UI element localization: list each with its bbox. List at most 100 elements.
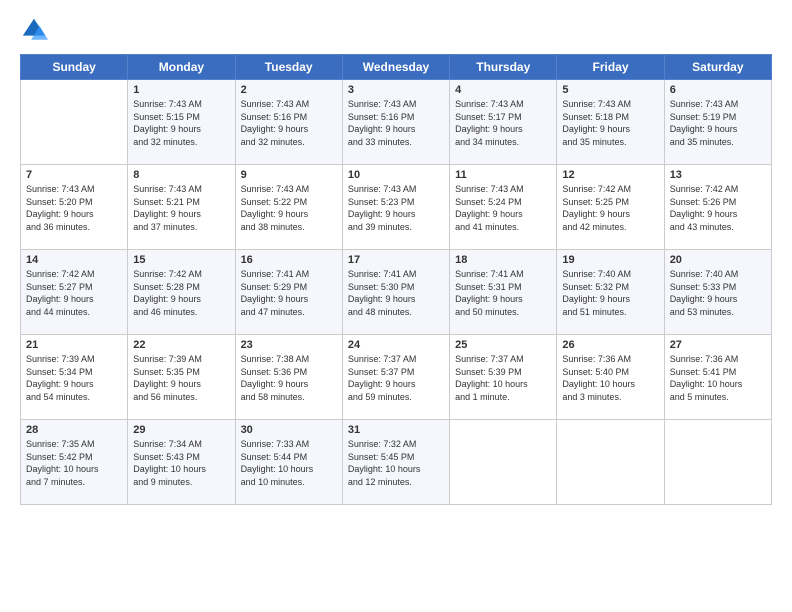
calendar-cell: 20 Sunrise: 7:40 AM Sunset: 5:33 PM Dayli… xyxy=(664,250,771,335)
day-info: Sunrise: 7:41 AM Sunset: 5:30 PM Dayligh… xyxy=(348,268,444,318)
day-number: 18 xyxy=(455,254,551,266)
day-number: 5 xyxy=(562,84,658,96)
calendar-week-row: 7 Sunrise: 7:43 AM Sunset: 5:20 PM Daylig… xyxy=(21,165,772,250)
calendar-cell: 16Sunrise: 7:41 AM Sunset: 5:29 PM Dayli… xyxy=(235,250,342,335)
day-info: Sunrise: 7:36 AM Sunset: 5:41 PM Dayligh… xyxy=(670,353,766,403)
page: SundayMondayTuesdayWednesdayThursdayFrid… xyxy=(0,0,792,612)
calendar-cell: 27 Sunrise: 7:36 AM Sunset: 5:41 PM Dayli… xyxy=(664,335,771,420)
day-header-monday: Monday xyxy=(128,55,235,80)
day-info: Sunrise: 7:39 AM Sunset: 5:35 PM Dayligh… xyxy=(133,353,229,403)
calendar-cell: 25Sunrise: 7:37 AM Sunset: 5:39 PM Dayli… xyxy=(450,335,557,420)
day-number: 4 xyxy=(455,84,551,96)
day-info: Sunrise: 7:41 AM Sunset: 5:31 PM Dayligh… xyxy=(455,268,551,318)
calendar-cell: 2 Sunrise: 7:43 AM Sunset: 5:16 PM Daylig… xyxy=(235,80,342,165)
day-number: 10 xyxy=(348,169,444,181)
day-header-saturday: Saturday xyxy=(664,55,771,80)
day-info: Sunrise: 7:43 AM Sunset: 5:16 PM Dayligh… xyxy=(348,98,444,148)
day-number: 28 xyxy=(26,424,122,436)
calendar-cell xyxy=(557,420,664,505)
day-number: 2 xyxy=(241,84,337,96)
calendar-cell: 30 Sunrise: 7:33 AM Sunset: 5:44 PM Dayli… xyxy=(235,420,342,505)
day-number: 27 xyxy=(670,339,766,351)
calendar-cell: 8Sunrise: 7:43 AM Sunset: 5:21 PM Daylig… xyxy=(128,165,235,250)
day-header-tuesday: Tuesday xyxy=(235,55,342,80)
calendar-cell: 19 Sunrise: 7:40 AM Sunset: 5:32 PM Dayli… xyxy=(557,250,664,335)
day-info: Sunrise: 7:34 AM Sunset: 5:43 PM Dayligh… xyxy=(133,438,229,488)
calendar-cell: 6 Sunrise: 7:43 AM Sunset: 5:19 PM Daylig… xyxy=(664,80,771,165)
day-number: 17 xyxy=(348,254,444,266)
logo-icon xyxy=(20,16,48,44)
calendar-table: SundayMondayTuesdayWednesdayThursdayFrid… xyxy=(20,54,772,505)
day-info: Sunrise: 7:40 AM Sunset: 5:32 PM Dayligh… xyxy=(562,268,658,318)
calendar-cell: 21 Sunrise: 7:39 AM Sunset: 5:34 PM Dayli… xyxy=(21,335,128,420)
calendar-cell: 1 Sunrise: 7:43 AM Sunset: 5:15 PM Daylig… xyxy=(128,80,235,165)
calendar-cell: 4 Sunrise: 7:43 AM Sunset: 5:17 PM Daylig… xyxy=(450,80,557,165)
calendar-cell: 3 Sunrise: 7:43 AM Sunset: 5:16 PM Daylig… xyxy=(342,80,449,165)
calendar-cell: 13 Sunrise: 7:42 AM Sunset: 5:26 PM Dayli… xyxy=(664,165,771,250)
day-info: Sunrise: 7:43 AM Sunset: 5:23 PM Dayligh… xyxy=(348,183,444,233)
day-info: Sunrise: 7:36 AM Sunset: 5:40 PM Dayligh… xyxy=(562,353,658,403)
day-number: 6 xyxy=(670,84,766,96)
day-number: 24 xyxy=(348,339,444,351)
calendar-cell: 26 Sunrise: 7:36 AM Sunset: 5:40 PM Dayli… xyxy=(557,335,664,420)
day-info: Sunrise: 7:43 AM Sunset: 5:15 PM Dayligh… xyxy=(133,98,229,148)
calendar-cell: 5 Sunrise: 7:43 AM Sunset: 5:18 PM Daylig… xyxy=(557,80,664,165)
day-number: 16 xyxy=(241,254,337,266)
day-info: Sunrise: 7:42 AM Sunset: 5:26 PM Dayligh… xyxy=(670,183,766,233)
day-number: 29 xyxy=(133,424,229,436)
day-info: Sunrise: 7:43 AM Sunset: 5:16 PM Dayligh… xyxy=(241,98,337,148)
day-info: Sunrise: 7:43 AM Sunset: 5:24 PM Dayligh… xyxy=(455,183,551,233)
day-number: 19 xyxy=(562,254,658,266)
day-number: 30 xyxy=(241,424,337,436)
calendar-cell xyxy=(450,420,557,505)
calendar-cell: 17 Sunrise: 7:41 AM Sunset: 5:30 PM Dayli… xyxy=(342,250,449,335)
calendar-week-row: 21 Sunrise: 7:39 AM Sunset: 5:34 PM Dayli… xyxy=(21,335,772,420)
logo xyxy=(20,16,52,44)
day-info: Sunrise: 7:43 AM Sunset: 5:18 PM Dayligh… xyxy=(562,98,658,148)
calendar-week-row: 14Sunrise: 7:42 AM Sunset: 5:27 PM Dayli… xyxy=(21,250,772,335)
day-info: Sunrise: 7:43 AM Sunset: 5:22 PM Dayligh… xyxy=(241,183,337,233)
day-info: Sunrise: 7:43 AM Sunset: 5:17 PM Dayligh… xyxy=(455,98,551,148)
day-info: Sunrise: 7:38 AM Sunset: 5:36 PM Dayligh… xyxy=(241,353,337,403)
calendar-cell xyxy=(21,80,128,165)
day-number: 26 xyxy=(562,339,658,351)
day-info: Sunrise: 7:43 AM Sunset: 5:20 PM Dayligh… xyxy=(26,183,122,233)
calendar-cell: 14Sunrise: 7:42 AM Sunset: 5:27 PM Dayli… xyxy=(21,250,128,335)
day-info: Sunrise: 7:33 AM Sunset: 5:44 PM Dayligh… xyxy=(241,438,337,488)
day-info: Sunrise: 7:42 AM Sunset: 5:27 PM Dayligh… xyxy=(26,268,122,318)
calendar-cell: 11Sunrise: 7:43 AM Sunset: 5:24 PM Dayli… xyxy=(450,165,557,250)
calendar-cell: 28Sunrise: 7:35 AM Sunset: 5:42 PM Dayli… xyxy=(21,420,128,505)
day-header-sunday: Sunday xyxy=(21,55,128,80)
day-number: 7 xyxy=(26,169,122,181)
day-header-wednesday: Wednesday xyxy=(342,55,449,80)
day-number: 9 xyxy=(241,169,337,181)
day-number: 23 xyxy=(241,339,337,351)
day-number: 31 xyxy=(348,424,444,436)
calendar-cell: 29 Sunrise: 7:34 AM Sunset: 5:43 PM Dayli… xyxy=(128,420,235,505)
day-info: Sunrise: 7:43 AM Sunset: 5:19 PM Dayligh… xyxy=(670,98,766,148)
day-number: 25 xyxy=(455,339,551,351)
day-number: 8 xyxy=(133,169,229,181)
day-number: 3 xyxy=(348,84,444,96)
day-info: Sunrise: 7:39 AM Sunset: 5:34 PM Dayligh… xyxy=(26,353,122,403)
calendar-cell: 22Sunrise: 7:39 AM Sunset: 5:35 PM Dayli… xyxy=(128,335,235,420)
day-header-friday: Friday xyxy=(557,55,664,80)
header xyxy=(20,16,772,44)
calendar-cell: 7 Sunrise: 7:43 AM Sunset: 5:20 PM Daylig… xyxy=(21,165,128,250)
calendar-cell: 10 Sunrise: 7:43 AM Sunset: 5:23 PM Dayli… xyxy=(342,165,449,250)
day-info: Sunrise: 7:40 AM Sunset: 5:33 PM Dayligh… xyxy=(670,268,766,318)
calendar-cell xyxy=(664,420,771,505)
day-info: Sunrise: 7:42 AM Sunset: 5:25 PM Dayligh… xyxy=(562,183,658,233)
day-info: Sunrise: 7:42 AM Sunset: 5:28 PM Dayligh… xyxy=(133,268,229,318)
day-number: 12 xyxy=(562,169,658,181)
day-number: 13 xyxy=(670,169,766,181)
calendar-cell: 18 Sunrise: 7:41 AM Sunset: 5:31 PM Dayli… xyxy=(450,250,557,335)
day-number: 21 xyxy=(26,339,122,351)
calendar-cell: 24Sunrise: 7:37 AM Sunset: 5:37 PM Dayli… xyxy=(342,335,449,420)
day-info: Sunrise: 7:32 AM Sunset: 5:45 PM Dayligh… xyxy=(348,438,444,488)
day-number: 20 xyxy=(670,254,766,266)
day-number: 1 xyxy=(133,84,229,96)
calendar-cell: 12 Sunrise: 7:42 AM Sunset: 5:25 PM Dayli… xyxy=(557,165,664,250)
calendar-header-row: SundayMondayTuesdayWednesdayThursdayFrid… xyxy=(21,55,772,80)
day-number: 15 xyxy=(133,254,229,266)
